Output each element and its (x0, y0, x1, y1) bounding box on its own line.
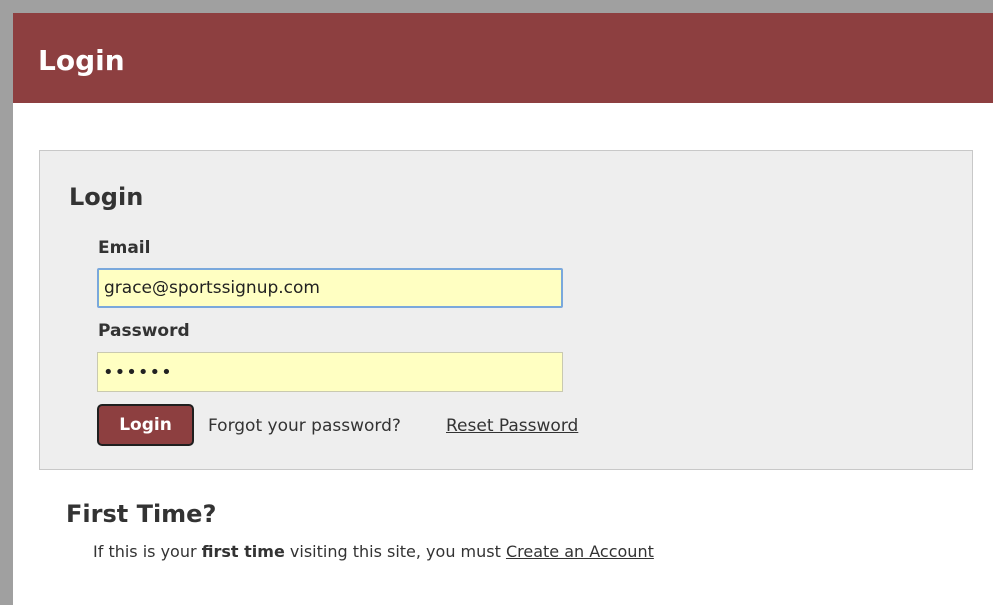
first-time-text: If this is your first time visiting this… (93, 541, 654, 563)
first-time-text-bold: first time (201, 542, 285, 561)
forgot-password-text: Forgot your password? (208, 416, 401, 436)
login-panel-title: Login (69, 183, 144, 211)
first-time-text-before: If this is your (93, 542, 197, 561)
email-field[interactable] (97, 268, 563, 308)
window-top-border (0, 0, 993, 13)
first-time-text-after: visiting this site, you must (289, 542, 501, 561)
page-title: Login (38, 44, 125, 77)
create-account-link[interactable]: Create an Account (506, 542, 654, 561)
page-header: Login (13, 13, 993, 103)
login-panel: Login Email Password Login Forgot your p… (39, 150, 973, 470)
password-label: Password (98, 321, 190, 341)
reset-password-link[interactable]: Reset Password (446, 415, 578, 437)
first-time-heading: First Time? (66, 500, 217, 528)
window-left-border (0, 0, 13, 605)
email-label: Email (98, 238, 151, 258)
login-button[interactable]: Login (97, 404, 194, 446)
password-field[interactable] (97, 352, 563, 392)
